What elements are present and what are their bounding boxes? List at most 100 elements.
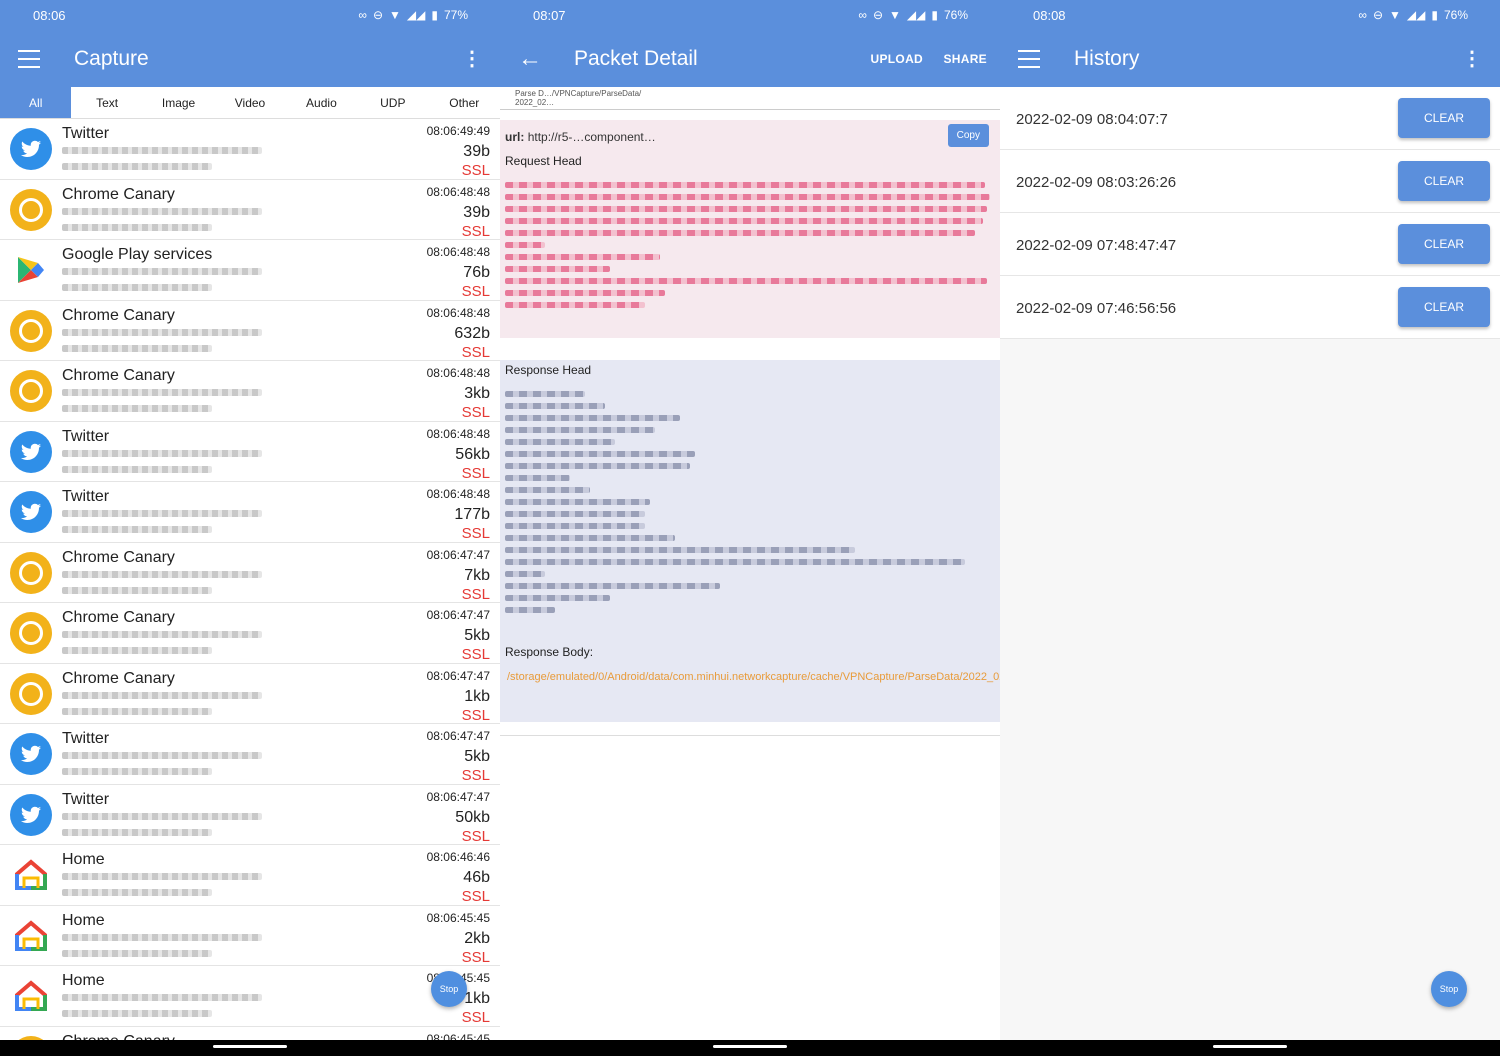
- tab-text[interactable]: Text: [71, 87, 142, 118]
- tab-video[interactable]: Video: [214, 87, 285, 118]
- status-bar: 08:07 ∞ ⊖ ▼ ◢◢ ▮ 76%: [500, 0, 1000, 30]
- packet-time: 08:06:48:48: [426, 184, 490, 199]
- copy-button[interactable]: Copy: [947, 124, 989, 147]
- response-body-path[interactable]: /storage/emulated/0/Android/data/com.min…: [507, 670, 1000, 684]
- more-options-icon[interactable]: ⋮: [1462, 46, 1482, 71]
- packet-size: 50kb: [455, 808, 490, 826]
- redacted-text: [62, 147, 262, 154]
- redacted-text: [62, 994, 262, 1001]
- twitter-app-icon: [10, 491, 52, 533]
- app-name: Twitter: [62, 730, 110, 747]
- clear-button[interactable]: CLEAR: [1398, 161, 1490, 201]
- history-item[interactable]: 2022-02-09 07:46:56:56 CLEAR: [1000, 276, 1500, 339]
- packet-size: 632b: [454, 324, 490, 342]
- packet-row[interactable]: Chrome Canary 08:06:47:47 7kb SSL: [0, 543, 500, 603]
- wifi-icon: ▼: [1389, 8, 1401, 22]
- packet-row[interactable]: Twitter 08:06:48:48 177b SSL: [0, 482, 500, 543]
- home-app-icon: [14, 979, 48, 1013]
- battery-icon: ▮: [931, 8, 938, 22]
- redacted-text: [62, 768, 212, 775]
- clear-button[interactable]: CLEAR: [1398, 98, 1490, 138]
- redacted-line: [505, 511, 645, 517]
- ssl-badge: SSL: [461, 888, 490, 905]
- chrome-app-icon: [10, 612, 52, 654]
- redacted-line: [505, 607, 555, 613]
- redacted-line: [505, 391, 585, 397]
- ssl-badge: SSL: [461, 525, 490, 542]
- packet-row[interactable]: Chrome Canary 08:06:48:48 3kb SSL: [0, 361, 500, 422]
- share-button[interactable]: SHARE: [943, 52, 987, 66]
- ssl-badge: SSL: [461, 1009, 490, 1026]
- packet-row[interactable]: Chrome Canary 08:06:47:47 5kb SSL: [0, 603, 500, 664]
- packet-time: 08:06:47:47: [426, 668, 490, 683]
- link-icon: ∞: [358, 8, 367, 22]
- request-panel: url: http://r5-…component… Copy Request …: [500, 120, 1000, 338]
- redacted-text: [62, 812, 262, 820]
- redacted-line: [505, 206, 987, 212]
- gesture-bar: [1000, 1040, 1500, 1056]
- packet-time: 08:06:47:47: [426, 547, 490, 562]
- status-time: 08:06: [33, 7, 66, 23]
- back-arrow-icon[interactable]: ←: [518, 45, 542, 73]
- battery-icon: ▮: [1431, 8, 1438, 22]
- redacted-line: [505, 499, 650, 505]
- tab-udp[interactable]: UDP: [357, 87, 428, 118]
- filter-tabs: All Text Image Video Audio UDP Other: [0, 87, 500, 119]
- tab-all[interactable]: All: [0, 87, 72, 118]
- history-item[interactable]: 2022-02-09 08:04:07:7 CLEAR: [1000, 87, 1500, 150]
- history-item[interactable]: 2022-02-09 07:48:47:47 CLEAR: [1000, 213, 1500, 276]
- packet-row[interactable]: Google Play services 08:06:48:48 76b SSL: [0, 240, 500, 301]
- packet-row[interactable]: Twitter 08:06:47:47 5kb SSL: [0, 724, 500, 785]
- battery-icon: ▮: [431, 8, 438, 22]
- packet-row[interactable]: Twitter 08:06:49:49 39b SSL: [0, 119, 500, 180]
- redacted-line: [505, 302, 645, 308]
- packet-row[interactable]: Home 08:06:46:46 46b SSL: [0, 845, 500, 906]
- packet-size: 7kb: [464, 566, 490, 584]
- clear-button[interactable]: CLEAR: [1398, 287, 1490, 327]
- more-options-icon[interactable]: ⋮: [462, 46, 482, 71]
- packet-size: 177b: [454, 506, 490, 523]
- battery-level: 77%: [443, 8, 468, 22]
- history-list: 2022-02-09 08:04:07:7 CLEAR 2022-02-09 08:…: [1000, 87, 1500, 339]
- tab-image[interactable]: Image: [143, 87, 214, 118]
- packet-row[interactable]: Home08:06:45:451kbSSL: [0, 966, 500, 1027]
- packet-size: 46b: [463, 869, 490, 886]
- packet-list: Twitter 08:06:49:49 39b SSL Chrome Canary 08:…: [0, 119, 500, 1056]
- upload-button[interactable]: UPLOAD: [871, 52, 923, 66]
- redacted-line: [505, 451, 695, 457]
- link-icon: ∞: [858, 8, 867, 22]
- dnd-icon: ⊖: [872, 8, 883, 22]
- packet-row[interactable]: Twitter 08:06:47:47 50kb SSL: [0, 785, 500, 845]
- packet-row[interactable]: Twitter 08:06:48:48 56kb SSL: [0, 422, 500, 482]
- packet-row[interactable]: Chrome Canary 08:06:48:48 632b SSL: [0, 301, 500, 361]
- redacted-line: [505, 266, 610, 272]
- packet-size: 1kb: [464, 687, 490, 705]
- history-item[interactable]: 2022-02-09 08:03:26:26 CLEAR: [1000, 150, 1500, 213]
- tab-other[interactable]: Other: [429, 87, 500, 118]
- wifi-icon: ▼: [389, 8, 401, 22]
- menu-icon[interactable]: [18, 49, 40, 68]
- packet-time: 08:06:46:46: [426, 850, 490, 864]
- clear-button[interactable]: CLEAR: [1398, 224, 1490, 264]
- history-date: 2022-02-09 08:03:26:26: [1016, 174, 1177, 191]
- packet-row[interactable]: Chrome Canary 08:06:48:48 39b SSL: [0, 180, 500, 240]
- link-icon: ∞: [1358, 8, 1367, 22]
- redacted-line: [505, 583, 720, 589]
- ssl-badge: SSL: [461, 162, 490, 179]
- dnd-icon: ⊖: [1372, 8, 1383, 22]
- packet-time: 08:06:47:47: [426, 608, 490, 622]
- packet-row[interactable]: Chrome Canary 08:06:47:47 1kb SSL: [0, 664, 500, 724]
- redacted-line: [505, 535, 675, 541]
- packet-row[interactable]: Home 08:06:45:45 2kb SSL: [0, 906, 500, 966]
- tab-audio[interactable]: Audio: [286, 87, 357, 118]
- redacted-line: [505, 290, 665, 296]
- ssl-badge: SSL: [461, 464, 490, 482]
- redacted-text: [62, 207, 262, 215]
- menu-icon[interactable]: [1018, 49, 1040, 68]
- stop-button[interactable]: Stop: [431, 971, 467, 1007]
- chrome-app-icon: [10, 309, 52, 352]
- redacted-line: [505, 571, 545, 577]
- url-label: url:: [505, 130, 525, 144]
- packet-time: 08:06:48:48: [426, 305, 490, 320]
- stop-button[interactable]: Stop: [1431, 971, 1467, 1007]
